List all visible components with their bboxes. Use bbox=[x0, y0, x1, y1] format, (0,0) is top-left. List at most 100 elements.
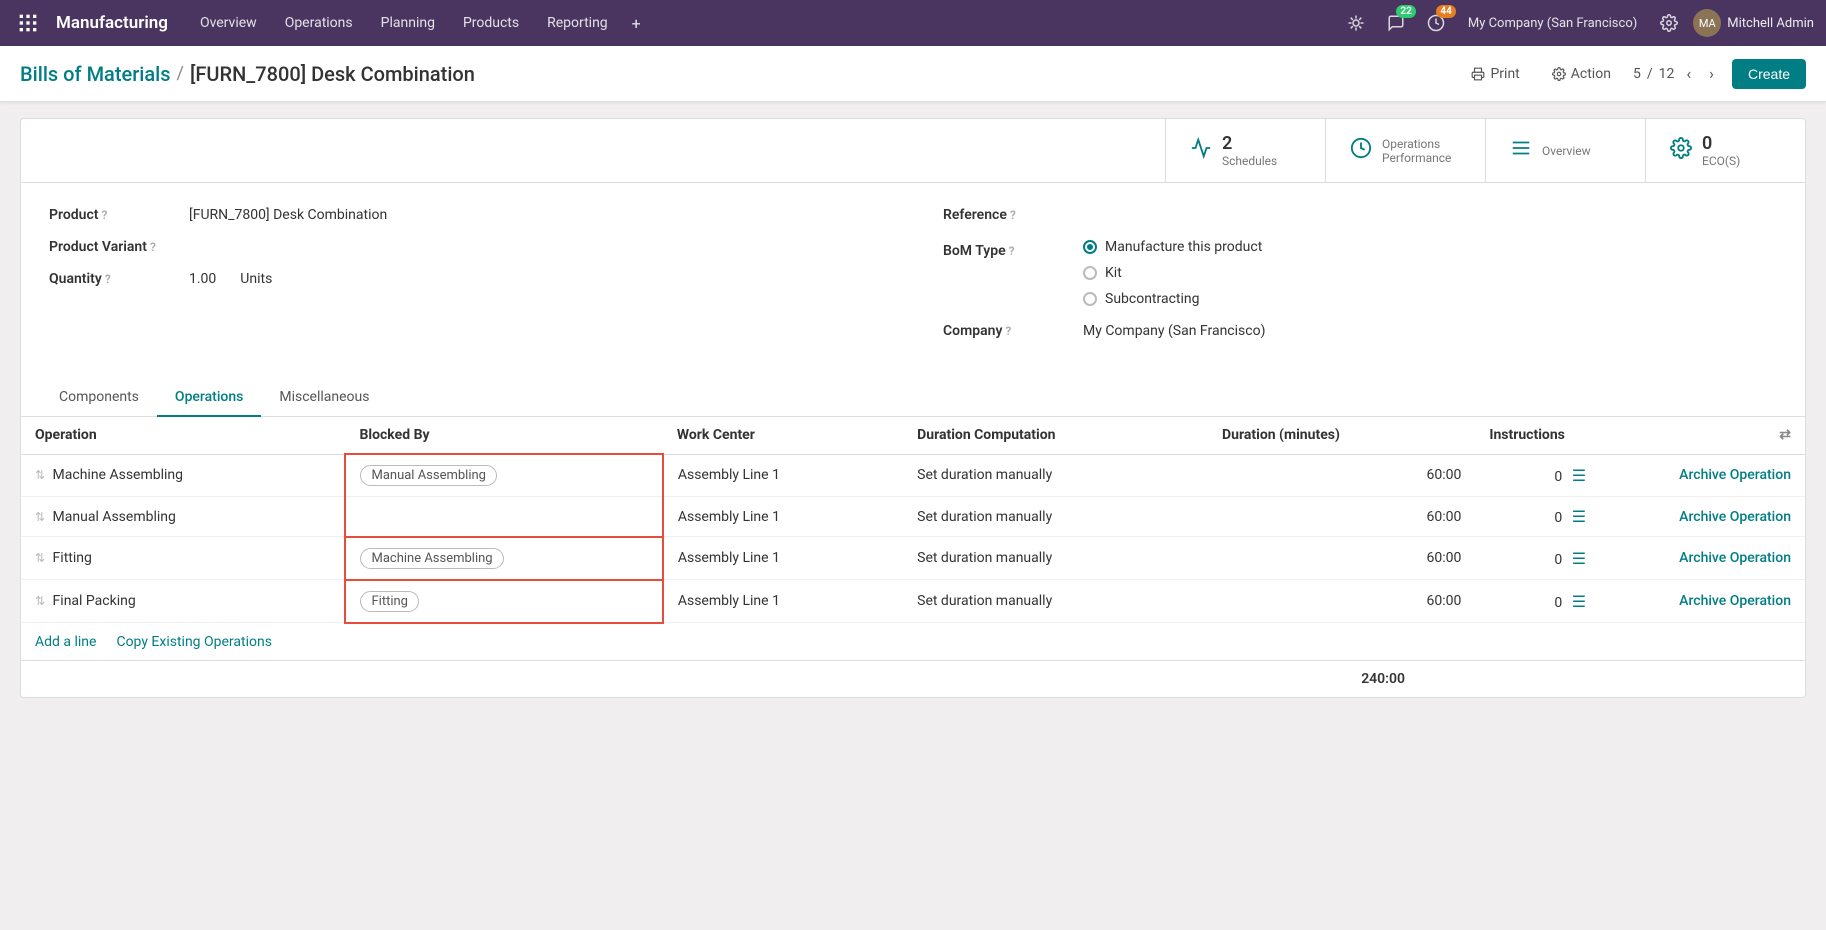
action-button[interactable]: Action bbox=[1542, 61, 1621, 87]
quantity-unit: Units bbox=[240, 271, 272, 287]
radio-kit[interactable]: Kit bbox=[1083, 265, 1262, 281]
bom-type-row: BoM Type ? Manufacture this product Kit bbox=[943, 239, 1777, 307]
instructions-list-icon[interactable]: ☰ bbox=[1572, 466, 1586, 485]
app-name: Manufacturing bbox=[56, 13, 168, 33]
table-row: ⇅ Fitting Machine Assembling Assembly Li… bbox=[21, 537, 1805, 580]
radio-manufacture-dot bbox=[1083, 240, 1097, 254]
form-right: Reference ? BoM Type ? Manufacture this … bbox=[943, 207, 1777, 355]
radio-subcontracting-dot bbox=[1083, 292, 1097, 306]
nav-reporting[interactable]: Reporting bbox=[535, 7, 620, 39]
drag-handle[interactable]: ⇅ bbox=[35, 468, 45, 482]
settings-icon[interactable] bbox=[1653, 7, 1685, 39]
column-filter-icon[interactable]: ⇄ bbox=[1779, 427, 1791, 443]
tabs-bar: Components Operations Miscellaneous bbox=[21, 379, 1805, 417]
nav-products[interactable]: Products bbox=[451, 7, 531, 39]
duration-computation-value: Set duration manually bbox=[917, 509, 1052, 525]
app-grid-icon[interactable] bbox=[12, 7, 44, 39]
operation-cell: ⇅ Manual Assembling bbox=[21, 497, 345, 537]
print-button[interactable]: Print bbox=[1461, 61, 1529, 87]
archive-operation-link[interactable]: Archive Operation bbox=[1679, 509, 1791, 525]
copy-existing-link[interactable]: Copy Existing Operations bbox=[116, 634, 272, 650]
ecos-button[interactable]: 0 ECO(S) bbox=[1645, 119, 1805, 182]
product-label: Product ? bbox=[49, 207, 189, 223]
operation-name: Final Packing bbox=[53, 593, 136, 609]
ecos-label: ECO(S) bbox=[1702, 154, 1740, 168]
quantity-row: Quantity ? 1.00 Units bbox=[49, 271, 883, 287]
nav-overview[interactable]: Overview bbox=[188, 7, 269, 39]
avatar: MA bbox=[1693, 9, 1721, 37]
radio-manufacture[interactable]: Manufacture this product bbox=[1083, 239, 1262, 255]
activity-icon[interactable]: 44 bbox=[1420, 7, 1452, 39]
work-center-value[interactable]: Assembly Line 1 bbox=[678, 550, 780, 566]
schedules-button[interactable]: 2 Schedules bbox=[1165, 119, 1325, 182]
col-duration-minutes: Duration (minutes) bbox=[1208, 417, 1475, 454]
breadcrumb-parent-link[interactable]: Bills of Materials bbox=[20, 62, 171, 86]
instructions-list-icon[interactable]: ☰ bbox=[1572, 549, 1586, 568]
company-value[interactable]: My Company (San Francisco) bbox=[1083, 323, 1265, 339]
table-row: ⇅ Machine Assembling Manual Assembling A… bbox=[21, 454, 1805, 497]
gear-icon-stat bbox=[1670, 137, 1692, 164]
product-value[interactable]: [FURN_7800] Desk Combination bbox=[189, 207, 387, 223]
tab-miscellaneous[interactable]: Miscellaneous bbox=[261, 379, 387, 417]
create-button[interactable]: Create bbox=[1732, 59, 1806, 89]
drag-handle[interactable]: ⇅ bbox=[35, 594, 45, 608]
instructions-list-icon[interactable]: ☰ bbox=[1572, 507, 1586, 526]
radio-subcontracting[interactable]: Subcontracting bbox=[1083, 291, 1262, 307]
company-help-icon[interactable]: ? bbox=[1005, 324, 1011, 338]
blocked-by-cell: Manual Assembling bbox=[345, 454, 662, 497]
action-cell: Archive Operation bbox=[1665, 497, 1805, 537]
quantity-help-icon[interactable]: ? bbox=[105, 272, 111, 286]
archive-operation-link[interactable]: Archive Operation bbox=[1679, 550, 1791, 566]
quantity-value[interactable]: 1.00 bbox=[189, 271, 216, 287]
work-center-value[interactable]: Assembly Line 1 bbox=[678, 467, 780, 483]
overview-button[interactable]: Overview bbox=[1485, 119, 1645, 182]
user-menu[interactable]: MA Mitchell Admin bbox=[1693, 9, 1814, 37]
duration-minutes-value: 60:00 bbox=[1426, 593, 1461, 609]
archive-operation-link[interactable]: Archive Operation bbox=[1679, 593, 1791, 609]
instructions-list-icon[interactable]: ☰ bbox=[1572, 592, 1586, 611]
work-center-cell: Assembly Line 1 bbox=[663, 537, 903, 580]
operations-performance-button[interactable]: OperationsPerformance bbox=[1325, 119, 1485, 182]
nav-operations[interactable]: Operations bbox=[273, 7, 365, 39]
drag-handle[interactable]: ⇅ bbox=[35, 551, 45, 565]
duration-computation-value: Set duration manually bbox=[917, 593, 1052, 609]
lines-icon bbox=[1510, 137, 1532, 164]
blocked-by-badge[interactable]: Machine Assembling bbox=[360, 548, 503, 569]
quantity-label: Quantity ? bbox=[49, 271, 189, 287]
col-operation: Operation bbox=[21, 417, 345, 454]
work-center-value[interactable]: Assembly Line 1 bbox=[678, 509, 780, 525]
duration-computation-value: Set duration manually bbox=[917, 467, 1052, 483]
duration-minutes-cell: 60:00 bbox=[1208, 580, 1475, 623]
instructions-cell: 0 ☰ bbox=[1475, 497, 1665, 537]
blocked-by-badge[interactable]: Fitting bbox=[360, 591, 419, 612]
debug-icon[interactable] bbox=[1340, 7, 1372, 39]
next-page-button[interactable]: › bbox=[1703, 62, 1720, 85]
product-help-icon[interactable]: ? bbox=[101, 208, 107, 222]
tab-operations[interactable]: Operations bbox=[157, 379, 261, 417]
chat-icon[interactable]: 22 bbox=[1380, 7, 1412, 39]
prev-page-button[interactable]: ‹ bbox=[1680, 62, 1697, 85]
product-variant-help-icon[interactable]: ? bbox=[150, 240, 156, 254]
radio-subcontracting-label: Subcontracting bbox=[1105, 291, 1200, 307]
company-label: Company ? bbox=[943, 323, 1083, 339]
table-row: ⇅ Manual Assembling Assembly Line 1 Set … bbox=[21, 497, 1805, 537]
tab-components[interactable]: Components bbox=[41, 379, 157, 417]
nav-planning[interactable]: Planning bbox=[369, 7, 447, 39]
action-label: Action bbox=[1571, 66, 1611, 82]
instructions-count: 0 bbox=[1554, 552, 1562, 568]
drag-handle[interactable]: ⇅ bbox=[35, 510, 45, 524]
nav-add-icon[interactable]: + bbox=[624, 6, 649, 41]
instructions-count: 0 bbox=[1554, 510, 1562, 526]
archive-operation-link[interactable]: Archive Operation bbox=[1679, 467, 1791, 483]
action-cell: Archive Operation bbox=[1665, 454, 1805, 497]
blocked-by-cell bbox=[345, 497, 662, 537]
duration-computation-cell: Set duration manually bbox=[903, 497, 1208, 537]
reference-help-icon[interactable]: ? bbox=[1010, 208, 1016, 222]
work-center-value[interactable]: Assembly Line 1 bbox=[678, 593, 780, 609]
bom-type-help-icon[interactable]: ? bbox=[1009, 244, 1015, 258]
operations-table-container: Operation Blocked By Work Center Duratio… bbox=[21, 417, 1805, 697]
reference-row: Reference ? bbox=[943, 207, 1777, 223]
add-line-link[interactable]: Add a line bbox=[35, 634, 96, 650]
duration-minutes-cell: 60:00 bbox=[1208, 537, 1475, 580]
blocked-by-badge[interactable]: Manual Assembling bbox=[360, 465, 497, 486]
